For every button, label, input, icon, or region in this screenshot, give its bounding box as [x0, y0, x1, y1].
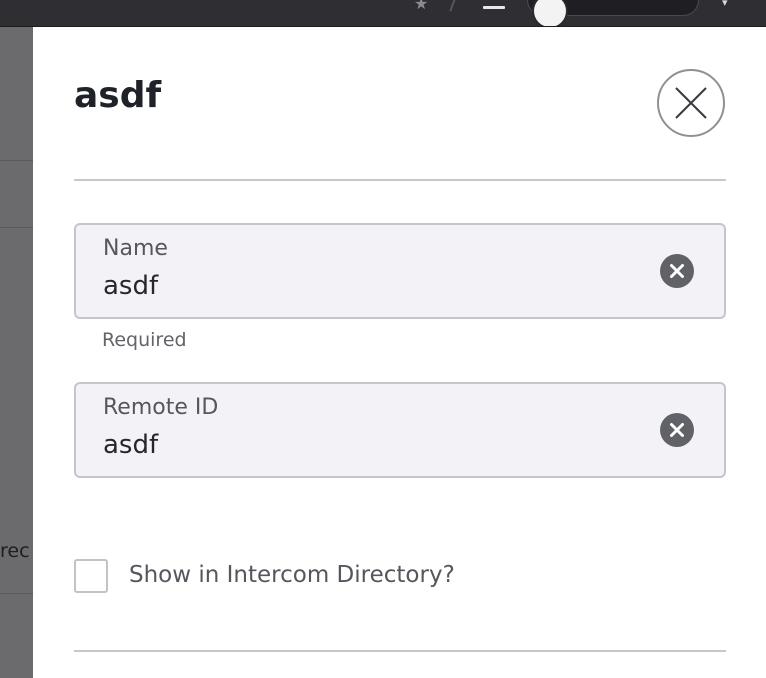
divider [449, 0, 459, 12]
name-helper-text: Required [102, 329, 187, 351]
name-field[interactable]: Name [74, 223, 726, 319]
top-bar: ★ ▾ [0, 0, 766, 27]
show-in-directory-checkbox[interactable] [74, 559, 108, 593]
star-icon[interactable]: ★ [414, 0, 428, 13]
clear-icon [670, 264, 684, 278]
chevron-down-icon[interactable]: ▾ [722, 0, 728, 9]
show-in-directory-label[interactable]: Show in Intercom Directory? [129, 562, 455, 588]
background-page: rec [0, 27, 34, 678]
close-icon [675, 87, 707, 119]
page-title: asdf [74, 75, 162, 116]
divider [0, 227, 34, 228]
remote-id-input[interactable] [103, 430, 643, 460]
background-text-fragment: rec [0, 540, 30, 562]
close-button[interactable] [657, 69, 725, 137]
user-menu[interactable] [527, 0, 699, 26]
divider [0, 593, 34, 594]
name-input[interactable] [103, 271, 643, 301]
divider [74, 179, 726, 181]
clear-name-button[interactable] [660, 254, 694, 288]
divider [0, 160, 34, 161]
divider [74, 650, 726, 652]
hamburger-menu-icon[interactable] [483, 6, 505, 9]
clear-icon [670, 423, 684, 437]
name-field-label: Name [103, 236, 168, 261]
remote-id-field[interactable]: Remote ID [74, 382, 726, 478]
edit-drawer: asdf Name Required Remote ID Sho [33, 27, 766, 678]
avatar [532, 0, 568, 26]
remote-id-field-label: Remote ID [103, 395, 219, 420]
clear-remote-id-button[interactable] [660, 413, 694, 447]
